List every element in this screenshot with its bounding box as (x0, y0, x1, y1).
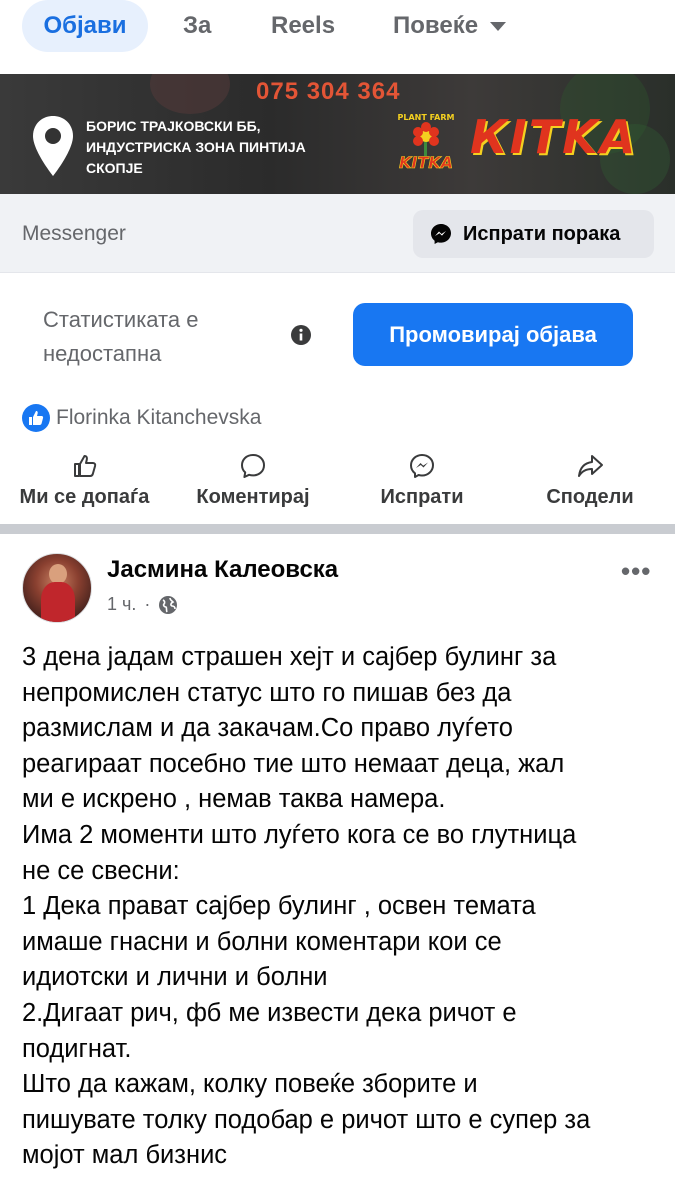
post-text-line: ми е искрено , немав таква намера. (22, 785, 446, 814)
avatar-figure-dress (41, 582, 75, 622)
post-text-line: 1 Дека прават сајбер булинг , освен тема… (22, 892, 536, 921)
tab-about[interactable]: За (183, 0, 211, 52)
messenger-outline-icon (410, 454, 434, 478)
send-button[interactable]: Испрати (370, 452, 474, 509)
meta-separator: · (144, 594, 151, 614)
feed-divider (0, 524, 675, 534)
comment-bubble-icon (241, 454, 265, 478)
banner-phone-number: 075 304 364 (256, 78, 401, 105)
tab-more-label: Повеќе (393, 12, 479, 39)
post-text-line: реагираат посебно тие што немаат деца, ж… (22, 749, 565, 778)
like-reaction-icon (22, 404, 50, 432)
post-text-line: непромислен статус што го пишав без да (22, 678, 512, 707)
post-text-line: 3 дена јадам страшен хејт и сајбер булин… (22, 643, 557, 671)
insights-text-line: Статистиката е (43, 307, 199, 332)
post-meta: 1 ч. · (107, 594, 178, 615)
tab-posts[interactable]: Објави (22, 0, 148, 52)
location-pin-icon (33, 116, 73, 176)
insights-unavailable-text: Статистиката е недостапна (43, 303, 198, 371)
send-label: Испрати (380, 486, 464, 508)
post-text-line: подигнат. (22, 1034, 132, 1063)
share-arrow-icon (578, 455, 603, 477)
address-line: СКОПЈЕ (86, 160, 143, 176)
post-text-line: мојот мал бизнис (22, 1141, 228, 1170)
post-text-line: пишувате толку подобар е ричот што е суп… (22, 1105, 591, 1134)
svg-text:PLANT FARM: PLANT FARM (398, 113, 455, 122)
kitka-round-logo: PLANT FARM KITKA (398, 113, 455, 172)
like-label: Ми се допаѓа (19, 486, 150, 508)
more-options-icon[interactable]: ••• (621, 556, 651, 587)
insights-row: Статистиката е недостапна Промовирај обј… (0, 272, 675, 390)
post-text-line: размислам и да закачам.Со право луѓето (22, 714, 513, 743)
post-text-line: идиотски и лични и болни (22, 963, 328, 992)
globe-icon[interactable] (158, 595, 178, 615)
address-line: БОРИС ТРАЈКОВСКИ ББ, (86, 118, 261, 134)
comment-label: Коментирај (196, 486, 310, 508)
address-line: ИНДУСТРИСКА ЗОНА ПИНТИЈА (86, 139, 306, 155)
send-message-button[interactable]: Испрати порака (413, 210, 654, 258)
caret-down-icon (490, 21, 507, 31)
post-author-name[interactable]: Јасмина Калеовска (107, 556, 338, 584)
insights-text-line: недостапна (43, 341, 162, 366)
reactor-name: Florinka Kitanchevska (56, 406, 262, 429)
post-text-line: Има 2 моменти што луѓето кога се во глут… (22, 820, 577, 849)
ad-banner-image[interactable]: 075 304 364 БОРИС ТРАЈКОВСКИ ББ, ИНДУСТР… (0, 74, 675, 194)
tab-reels[interactable]: Reels (271, 0, 335, 52)
messenger-label: Messenger (22, 222, 126, 245)
avatar-figure-head (49, 564, 67, 584)
like-button[interactable]: Ми се допаѓа (12, 452, 157, 509)
svg-text:KITKA: KITKA (399, 153, 453, 172)
tab-more[interactable]: Повеќе (393, 0, 507, 52)
send-message-label: Испрати порака (463, 222, 621, 245)
post-text-line: 2.Дигаат рич, фб ме извести дека ричот е (22, 998, 517, 1027)
post-actions-bar: Ми се допаѓа Коментирај Испрати Сподели (0, 452, 675, 524)
post-timestamp[interactable]: 1 ч. (107, 594, 136, 615)
messenger-icon (431, 224, 451, 244)
post-text-line: Што да кажам, колку повеќе зборите и (22, 1070, 478, 1099)
kitka-logo-text: КITKA (470, 110, 638, 164)
messenger-bar: Messenger Испрати порака (0, 194, 675, 272)
share-label: Сподели (546, 486, 634, 508)
post-text-line: не се свесни: (22, 856, 180, 885)
post-text-line: имаше гнасни и болни коментари кои се (22, 927, 502, 956)
post-text: 3 дена јадам страшен хејт и сајбер булин… (22, 640, 662, 1174)
thumbs-up-icon (73, 455, 96, 477)
reactions-summary[interactable]: Florinka Kitanchevska (22, 404, 261, 432)
share-button[interactable]: Сподели (540, 452, 640, 509)
banner-address: БОРИС ТРАЈКОВСКИ ББ, ИНДУСТРИСКА ЗОНА ПИ… (86, 116, 306, 179)
author-avatar[interactable] (22, 553, 92, 623)
promote-post-button[interactable]: Промовирај објава (353, 303, 633, 366)
decorative-flower (150, 74, 230, 114)
profile-tabs: Објави За Reels Повеќе (0, 0, 675, 74)
comment-button[interactable]: Коментирај (188, 452, 318, 509)
info-icon[interactable] (290, 324, 312, 346)
